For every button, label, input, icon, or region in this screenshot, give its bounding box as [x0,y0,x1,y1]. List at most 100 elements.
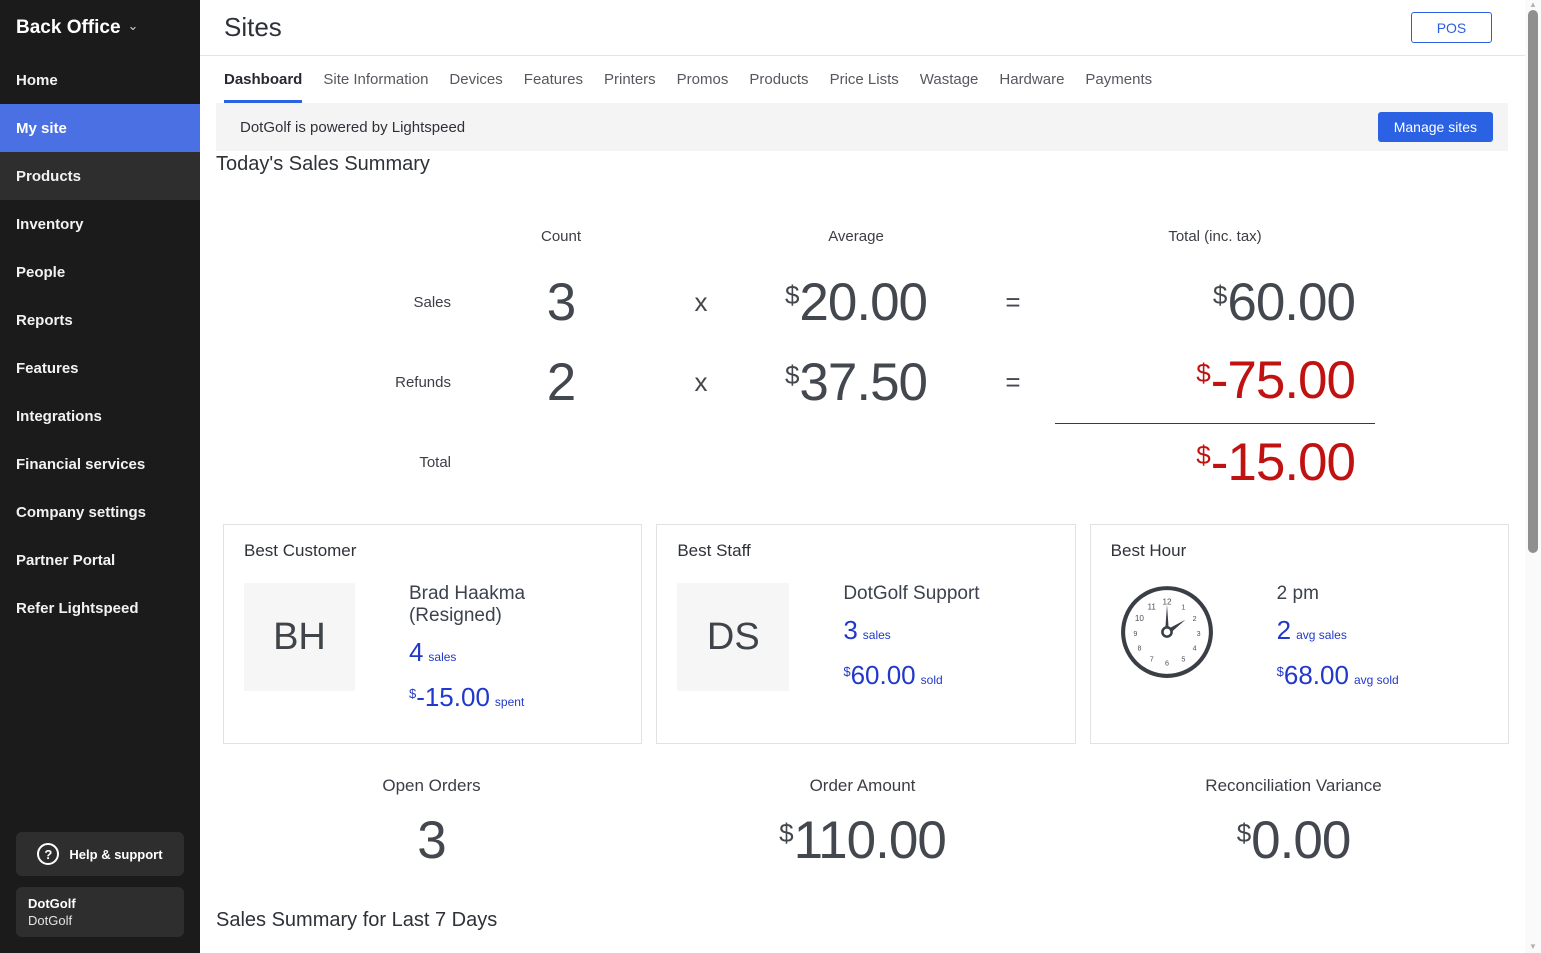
sales-summary-table: Count Average Total (inc. tax) Sales 3 x… [216,228,1509,500]
stat-label: Reconciliation Variance [1205,776,1382,795]
sidebar-item-features[interactable]: Features [0,344,200,392]
sidebar-item-home[interactable]: Home [0,56,200,104]
scroll-up-icon[interactable]: ▲ [1525,0,1541,9]
multiply-symbol: x [694,366,708,397]
svg-text:5: 5 [1181,656,1185,664]
equals-symbol: = [1005,286,1021,317]
reconciliation-variance-stat: Reconciliation Variance $0.00 [1078,776,1509,871]
help-support-button[interactable]: ? Help & support [16,832,184,876]
stat-value: $0.00 [1236,811,1352,870]
staff-sold-stat: $60.00 sold [843,660,943,690]
tab-hardware[interactable]: Hardware [999,56,1064,103]
account-name: DotGolf [28,896,76,911]
tab-site-information[interactable]: Site Information [323,56,428,103]
sidebar-nav: Home My site Products Inventory People R… [0,56,200,632]
tab-promos[interactable]: Promos [677,56,729,103]
question-mark-icon: ? [37,843,60,865]
tab-devices[interactable]: Devices [449,56,502,103]
card-title: Best Hour [1110,541,1187,560]
svg-text:7: 7 [1149,656,1153,664]
currency-symbol: $ [1196,439,1211,470]
column-header-total: Total (inc. tax) [1168,228,1262,245]
tab-price-lists[interactable]: Price Lists [830,56,899,103]
svg-text:4: 4 [1192,644,1196,652]
currency-symbol: $ [1276,664,1284,679]
currency-symbol: $ [779,818,794,848]
powered-by-banner: DotGolf is powered by Lightspeed Manage … [216,103,1508,151]
sidebar-item-my-site[interactable]: My site [0,104,200,152]
open-orders-stat: Open Orders 3 [216,776,647,871]
stat-value: 3 [417,811,447,870]
card-title: Best Customer [244,541,357,560]
tab-bar: Dashboard Site Information Devices Featu… [200,56,1525,103]
tab-payments[interactable]: Payments [1085,56,1152,103]
sidebar-bottom: ? Help & support DotGolf DotGolf [0,832,200,953]
svg-text:1: 1 [1181,604,1185,612]
sidebar-item-partner-portal[interactable]: Partner Portal [0,536,200,584]
page-title: Sites [224,12,282,42]
sidebar-item-inventory[interactable]: Inventory [0,200,200,248]
sidebar-item-reports[interactable]: Reports [0,296,200,344]
vertical-scrollbar[interactable]: ▲ ▼ [1525,0,1541,953]
order-stats-row: Open Orders 3 Order Amount $110.00 Recon… [216,776,1509,871]
back-office-menu[interactable]: Back Office ⌄ [0,0,200,56]
customer-spent-stat: $-15.00 spent [408,682,525,712]
svg-text:2: 2 [1192,615,1196,623]
refunds-count: 2 [546,352,576,412]
hour-avg-sales-stat: 2 avg sales [1276,615,1347,645]
sales-average: $20.00 [784,272,928,332]
row-label-total: Total [419,453,451,471]
sidebar-item-company-settings[interactable]: Company settings [0,488,200,536]
tab-features[interactable]: Features [524,56,583,103]
refunds-total: $-75.00 [1055,350,1375,424]
column-header-average: Average [828,228,884,245]
order-amount-stat: Order Amount $110.00 [647,776,1078,871]
clock-icon: 12 1 2 3 4 5 6 7 8 9 10 11 [1111,583,1223,681]
sidebar-item-financial-services[interactable]: Financial services [0,440,200,488]
account-switcher[interactable]: DotGolf DotGolf [16,887,184,937]
tab-products[interactable]: Products [749,56,808,103]
stat-label: Open Orders [382,776,481,795]
staff-avatar: DS [677,583,790,691]
sidebar-item-integrations[interactable]: Integrations [0,392,200,440]
staff-name[interactable]: DotGolf Support [843,583,979,605]
sales-count: 3 [546,272,576,332]
tab-dashboard[interactable]: Dashboard [224,56,303,103]
currency-symbol: $ [784,359,800,390]
svg-text:10: 10 [1135,614,1145,623]
sidebar-item-refer-lightspeed[interactable]: Refer Lightspeed [0,584,200,632]
best-hour-value: 2 pm [1276,583,1319,604]
sidebar-item-people[interactable]: People [0,248,200,296]
best-cards-row: Best Customer BH Brad Haakma (Resigned) … [223,524,1509,744]
card-title: Best Staff [677,541,751,560]
scrollbar-thumb[interactable] [1528,10,1538,553]
card-body: BH Brad Haakma (Resigned) 4 sales $-15.00… [244,583,621,727]
hour-avg-sold-stat: $68.00 avg sold [1276,660,1399,690]
sales-total: $60.00 [1212,272,1356,332]
pos-button[interactable]: POS [1411,12,1492,43]
last-7-days-heading: Sales Summary for Last 7 Days [216,909,498,931]
card-body: 12 1 2 3 4 5 6 7 8 9 10 11 2 pm 2 avg sa… [1111,583,1488,705]
currency-symbol: $ [1196,358,1211,388]
best-hour-card: Best Hour 12 1 2 3 4 5 6 7 8 9 10 11 2 p… [1089,524,1509,744]
stat-label: Order Amount [809,776,916,795]
sidebar: Back Office ⌄ Home My site Products Inve… [0,0,200,953]
manage-sites-button[interactable]: Manage sites [1377,112,1493,142]
row-label-sales: Sales [413,293,451,311]
best-customer-card: Best Customer BH Brad Haakma (Resigned) … [223,524,643,744]
tab-wastage[interactable]: Wastage [920,56,979,103]
back-office-label: Back Office [16,17,121,38]
refunds-average: $37.50 [784,352,928,412]
svg-text:6: 6 [1165,660,1169,668]
card-body: DS DotGolf Support 3 sales $60.00 sold [677,583,1054,705]
app-window: Back Office ⌄ Home My site Products Inve… [0,0,1541,953]
card-info: DotGolf Support 3 sales $60.00 sold [843,583,979,705]
best-staff-card: Best Staff DS DotGolf Support 3 sales $60… [656,524,1076,744]
tab-printers[interactable]: Printers [604,56,656,103]
customer-name[interactable]: Brad Haakma (Resigned) [409,583,621,627]
sidebar-item-products[interactable]: Products [0,152,200,200]
scroll-down-icon[interactable]: ▼ [1525,942,1541,951]
page-header: Sites POS [200,0,1525,56]
customer-sales-stat: 4 sales [408,637,457,667]
main-content: Sites POS Dashboard Site Information Dev… [200,0,1541,953]
